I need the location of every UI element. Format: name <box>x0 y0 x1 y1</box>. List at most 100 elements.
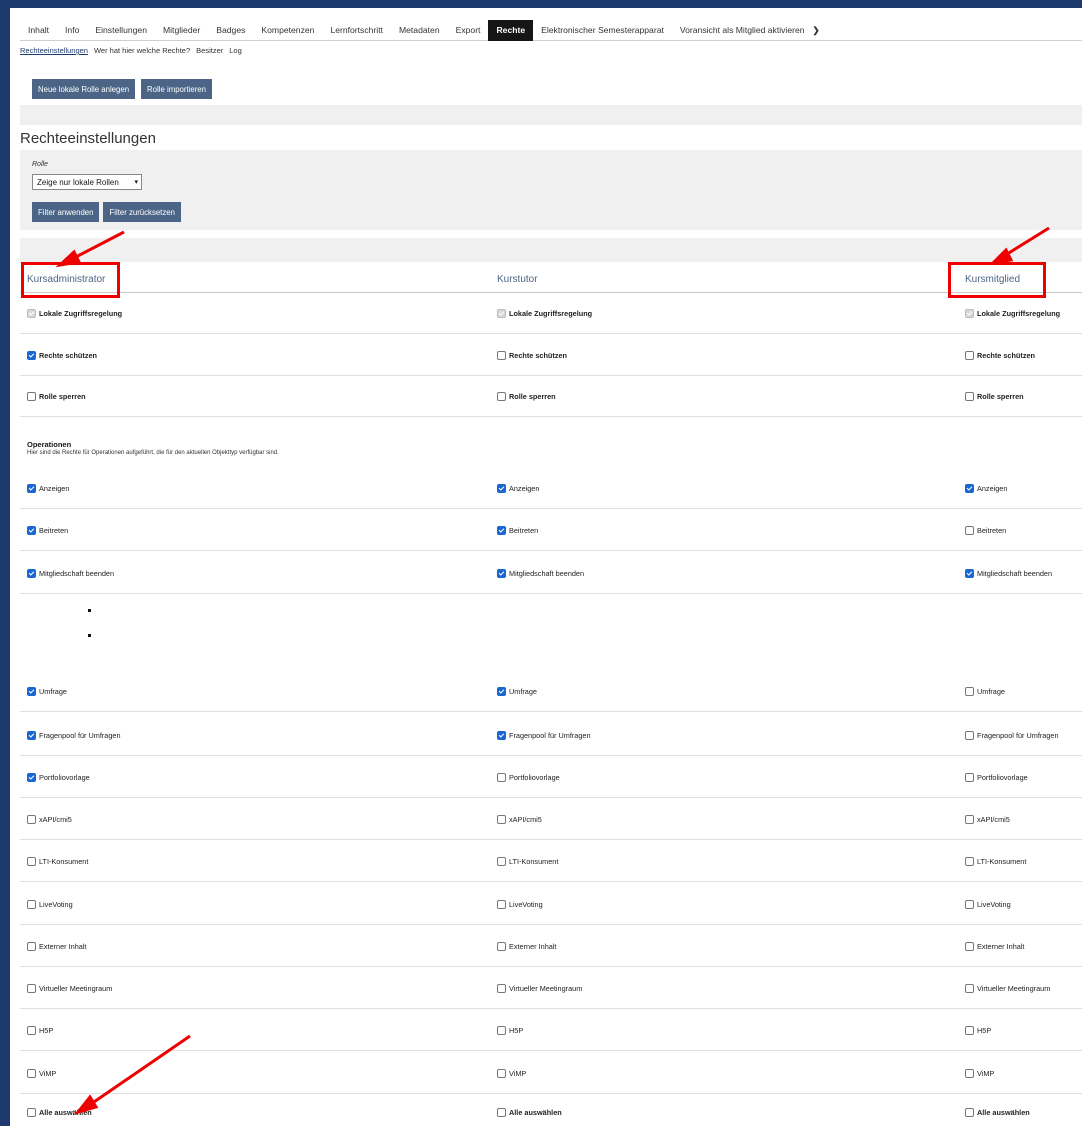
permission-label: Fragenpool für Umfragen <box>39 731 121 740</box>
row-divider <box>20 550 1082 551</box>
tab-metadaten[interactable]: Metadaten <box>391 20 448 41</box>
tab-einstellungen[interactable]: Einstellungen <box>87 20 155 41</box>
checkbox-kursadministrator-lokale-zugriffsregelung <box>27 309 36 318</box>
checkbox-kurstutor-fragenpool-für-umfragen[interactable] <box>497 731 506 740</box>
checkbox-kursadministrator-rolle-sperren[interactable] <box>27 392 36 401</box>
permission-cell: LiveVoting <box>27 900 73 909</box>
tab-export[interactable]: Export <box>448 20 489 41</box>
checkbox-kursadministrator-beitreten[interactable] <box>27 526 36 535</box>
checkbox-kursadministrator-h5p[interactable] <box>27 1026 36 1035</box>
checkbox-kursadministrator-lti-konsument[interactable] <box>27 857 36 866</box>
checkbox-kurstutor-portfoliovorlage[interactable] <box>497 773 506 782</box>
tab-inhalt[interactable]: Inhalt <box>20 20 57 41</box>
checkbox-kurstutor-alle-auswählen[interactable] <box>497 1108 506 1117</box>
subtab-3[interactable]: Log <box>229 46 242 55</box>
tab-voransicht-als-mitglied-aktivieren[interactable]: Voransicht als Mitglied aktivieren <box>672 20 813 41</box>
checkbox-kursmitglied-vimp[interactable] <box>965 1069 974 1078</box>
checkbox-kursmitglied-umfrage[interactable] <box>965 687 974 696</box>
apply-filter-button[interactable]: Filter anwenden <box>32 202 100 222</box>
checkbox-kursmitglied-anzeigen[interactable] <box>965 484 974 493</box>
permission-cell: Alle auswählen <box>27 1108 92 1117</box>
permission-label: LiveVoting <box>39 900 73 909</box>
checkbox-kursadministrator-umfrage[interactable] <box>27 687 36 696</box>
checkbox-kursadministrator-vimp[interactable] <box>27 1069 36 1078</box>
new-local-role-button[interactable]: Neue lokale Rolle anlegen <box>32 79 136 99</box>
checkbox-kurstutor-beitreten[interactable] <box>497 526 506 535</box>
checkbox-kursadministrator-xapi-cmi5[interactable] <box>27 815 36 824</box>
checkbox-kursmitglied-fragenpool-für-umfragen[interactable] <box>965 731 974 740</box>
checkbox-kurstutor-h5p[interactable] <box>497 1026 506 1035</box>
permission-cell: Lokale Zugriffsregelung <box>965 309 1060 318</box>
permission-cell: Portfoliovorlage <box>497 773 560 782</box>
tab-badges[interactable]: Badges <box>208 20 253 41</box>
permission-cell: xAPI/cmi5 <box>27 815 72 824</box>
checkbox-kurstutor-virtueller-meetingraum[interactable] <box>497 984 506 993</box>
subtab-2[interactable]: Besitzer <box>196 46 223 55</box>
permission-cell: Portfoliovorlage <box>965 773 1028 782</box>
checkbox-kurstutor-externer-inhalt[interactable] <box>497 942 506 951</box>
checkbox-kursmitglied-rolle-sperren[interactable] <box>965 392 974 401</box>
import-role-button[interactable]: Rolle importieren <box>141 79 212 99</box>
permission-cell: Anzeigen <box>965 484 1007 493</box>
role-filter-select[interactable]: Zeige nur lokale Rollen ▾ <box>32 174 142 190</box>
checkbox-kursmitglied-externer-inhalt[interactable] <box>965 942 974 951</box>
tab-lernfortschritt[interactable]: Lernfortschritt <box>322 20 391 41</box>
tab-elektronischer-semesterapparat[interactable]: Elektronischer Semesterapparat <box>533 20 672 41</box>
checkbox-kurstutor-rechte-schützen[interactable] <box>497 351 506 360</box>
checkbox-kursmitglied-portfoliovorlage[interactable] <box>965 773 974 782</box>
checkbox-kursadministrator-alle-auswählen[interactable] <box>27 1108 36 1117</box>
checkbox-kursmitglied-h5p[interactable] <box>965 1026 974 1035</box>
permission-cell: Rolle sperren <box>27 392 86 401</box>
checkbox-kurstutor-mitgliedschaft-beenden[interactable] <box>497 569 506 578</box>
checkbox-kursmitglied-beitreten[interactable] <box>965 526 974 535</box>
permission-cell: Rolle sperren <box>965 392 1024 401</box>
row-divider <box>20 881 1082 882</box>
checkbox-kurstutor-xapi-cmi5[interactable] <box>497 815 506 824</box>
checkbox-kursmitglied-alle-auswählen[interactable] <box>965 1108 974 1117</box>
permission-label: H5P <box>509 1026 524 1035</box>
checkbox-kurstutor-anzeigen[interactable] <box>497 484 506 493</box>
checkbox-kursadministrator-portfoliovorlage[interactable] <box>27 773 36 782</box>
checkbox-kursmitglied-xapi-cmi5[interactable] <box>965 815 974 824</box>
checkbox-kursadministrator-fragenpool-für-umfragen[interactable] <box>27 731 36 740</box>
checkbox-kursadministrator-livevoting[interactable] <box>27 900 36 909</box>
checkbox-kurstutor-vimp[interactable] <box>497 1069 506 1078</box>
tab-rechte[interactable]: Rechte <box>488 19 534 41</box>
checkbox-kursmitglied-lti-konsument[interactable] <box>965 857 974 866</box>
checkbox-kursmitglied-livevoting[interactable] <box>965 900 974 909</box>
permission-cell: Virtueller Meetingraum <box>27 984 112 993</box>
checkbox-kurstutor-rolle-sperren[interactable] <box>497 392 506 401</box>
checkbox-kursmitglied-mitgliedschaft-beenden[interactable] <box>965 569 974 578</box>
permission-label: Umfrage <box>509 687 537 696</box>
checkbox-kurstutor-lti-konsument[interactable] <box>497 857 506 866</box>
checkbox-kurstutor-livevoting[interactable] <box>497 900 506 909</box>
checkbox-kursmitglied-rechte-schützen[interactable] <box>965 351 974 360</box>
permission-label: Anzeigen <box>977 484 1008 493</box>
list-bullet <box>88 609 91 612</box>
permission-cell: Rechte schützen <box>27 351 97 360</box>
subtab-1[interactable]: Wer hat hier welche Rechte? <box>94 46 190 55</box>
checkbox-kursmitglied-lokale-zugriffsregelung <box>965 309 974 318</box>
checkbox-kursadministrator-rechte-schützen[interactable] <box>27 351 36 360</box>
checkbox-kursadministrator-anzeigen[interactable] <box>27 484 36 493</box>
checkbox-kursadministrator-virtueller-meetingraum[interactable] <box>27 984 36 993</box>
row-divider <box>20 1093 1082 1094</box>
checkbox-kurstutor-umfrage[interactable] <box>497 687 506 696</box>
toolbar-divider <box>20 105 1082 125</box>
permission-label: Mitgliedschaft beenden <box>39 569 115 578</box>
sub-tab-bar: Rechteeinstellungen Wer hat hier welche R… <box>20 46 242 55</box>
column-header-kurstutor[interactable]: Kurstutor <box>497 274 538 285</box>
chevron-right-icon[interactable]: ❯ <box>813 20 828 41</box>
tab-mitglieder[interactable]: Mitglieder <box>155 20 208 41</box>
permission-label: Externer Inhalt <box>977 942 1025 951</box>
checkbox-kursadministrator-externer-inhalt[interactable] <box>27 942 36 951</box>
checkbox-kursadministrator-mitgliedschaft-beenden[interactable] <box>27 569 36 578</box>
tab-kompetenzen[interactable]: Kompetenzen <box>253 20 322 41</box>
tab-info[interactable]: Info <box>57 20 87 41</box>
permission-cell: Beitreten <box>965 526 1006 535</box>
reset-filter-button[interactable]: Filter zurücksetzen <box>103 202 181 222</box>
subtab-0[interactable]: Rechteeinstellungen <box>20 46 88 55</box>
checkbox-kursmitglied-virtueller-meetingraum[interactable] <box>965 984 974 993</box>
checkbox-kurstutor-lokale-zugriffsregelung <box>497 309 506 318</box>
row-divider <box>20 593 1082 594</box>
